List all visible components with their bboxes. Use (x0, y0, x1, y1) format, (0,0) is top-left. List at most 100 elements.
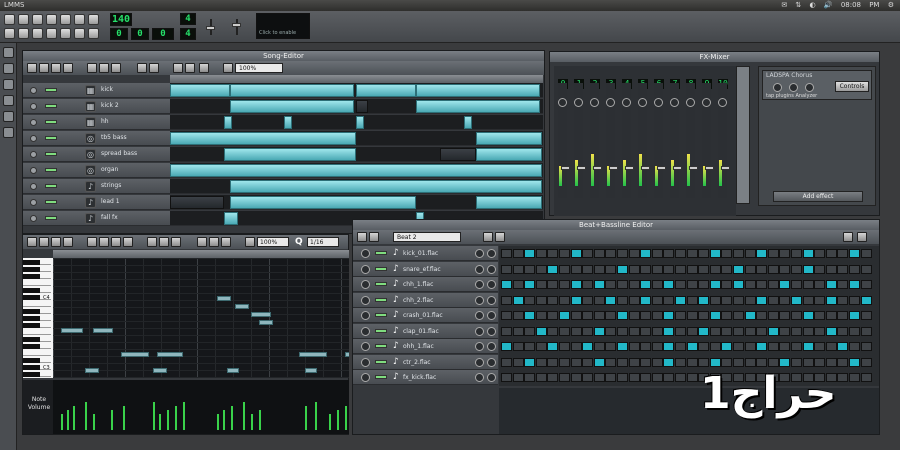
note-velocity-bar[interactable] (61, 414, 63, 430)
track-mute-toggle[interactable] (375, 344, 387, 348)
beat-step[interactable] (767, 357, 779, 367)
controls-button[interactable]: Controls (835, 81, 869, 92)
beat-step[interactable] (628, 249, 640, 258)
beat-step[interactable] (744, 264, 756, 274)
add-sample-track-icon[interactable] (495, 232, 505, 242)
beat-step[interactable] (512, 264, 524, 274)
loop-points-icon[interactable] (209, 237, 219, 247)
beat-step[interactable] (605, 357, 617, 367)
beat-step[interactable] (756, 249, 768, 258)
note-velocity-bar[interactable] (85, 402, 87, 430)
beat-step[interactable] (802, 357, 814, 367)
note-velocity-bar[interactable] (153, 402, 155, 430)
help-icon[interactable] (88, 14, 99, 25)
zoom-select[interactable]: 100% (257, 237, 289, 247)
note-velocity-bar[interactable] (305, 406, 307, 430)
beat-step[interactable] (698, 264, 710, 274)
beat-step[interactable] (640, 311, 652, 320)
beat-step[interactable] (849, 373, 860, 382)
beat-step[interactable] (617, 326, 628, 336)
beat-step[interactable] (686, 342, 698, 351)
fx-send-knob[interactable] (558, 98, 567, 107)
beat-step[interactable] (837, 373, 849, 382)
play-icon[interactable] (27, 63, 37, 73)
beat-step[interactable] (605, 295, 617, 305)
beat-step[interactable] (535, 342, 547, 351)
note-velocity-bar[interactable] (251, 414, 253, 430)
beat-step[interactable] (756, 326, 768, 336)
beat-step[interactable] (767, 249, 779, 258)
beat-step[interactable] (802, 326, 814, 336)
track-mute-toggle[interactable] (45, 120, 57, 124)
beat-step[interactable] (535, 280, 547, 289)
beat-step[interactable] (756, 295, 768, 305)
track-panning-knob[interactable] (487, 295, 496, 305)
beat-step[interactable] (779, 249, 791, 258)
track-name[interactable]: spread bass (101, 150, 137, 157)
beat-step[interactable] (744, 280, 756, 289)
beat-step[interactable] (733, 249, 744, 258)
beat-step[interactable] (501, 280, 512, 289)
beat-step[interactable] (524, 373, 536, 382)
track-name[interactable]: fx_kick.flac (403, 374, 436, 381)
beat-step[interactable] (547, 249, 559, 258)
song-track-lane[interactable] (170, 99, 543, 114)
track-name[interactable]: chh_1.flac (403, 281, 433, 288)
beat-step[interactable] (675, 311, 686, 320)
bb-track-icon[interactable]: ▦ (85, 85, 96, 96)
pattern-clip[interactable] (224, 148, 356, 161)
beat-step[interactable] (744, 342, 756, 351)
beat-step[interactable] (733, 295, 744, 305)
beat-step[interactable] (593, 295, 605, 305)
add-effect-button[interactable]: Add effect (773, 191, 863, 202)
track-volume-knob[interactable] (475, 357, 484, 367)
export-icon[interactable] (60, 14, 71, 25)
fx-send-knob[interactable] (638, 98, 647, 107)
track-mute-toggle[interactable] (45, 136, 57, 140)
beat-step[interactable] (744, 311, 756, 320)
beat-step[interactable] (698, 342, 710, 351)
track-panning-knob[interactable] (487, 249, 496, 258)
auto-scroll-icon[interactable] (197, 237, 207, 247)
paste-icon[interactable] (171, 237, 181, 247)
track-name[interactable]: ctr_2.flac (403, 359, 431, 366)
midi-note[interactable] (299, 352, 327, 357)
beat-step[interactable] (721, 342, 733, 351)
pattern-clip[interactable] (356, 116, 364, 129)
note-velocity-bar[interactable] (111, 410, 113, 430)
midi-note[interactable] (85, 368, 99, 373)
track-mute-toggle[interactable] (375, 282, 387, 286)
beat-step[interactable] (593, 280, 605, 289)
beat-step[interactable] (524, 311, 536, 320)
beat-step[interactable] (779, 342, 791, 351)
beat-step[interactable] (837, 342, 849, 351)
beat-step[interactable] (547, 357, 559, 367)
beat-step[interactable] (814, 357, 826, 367)
whats-this-icon[interactable] (74, 14, 85, 25)
beat-step[interactable] (593, 357, 605, 367)
note-velocity-bar[interactable] (73, 406, 75, 430)
beat-step[interactable] (524, 357, 536, 367)
cpu-graph[interactable]: Click to enable (256, 13, 310, 39)
song-track-lane[interactable] (170, 131, 543, 146)
beat-step[interactable] (825, 264, 837, 274)
beat-step[interactable] (501, 326, 512, 336)
beat-step[interactable] (559, 280, 570, 289)
pattern-clip[interactable] (170, 132, 356, 145)
fx-volume-fader[interactable] (609, 166, 618, 170)
beat-step[interactable] (756, 311, 768, 320)
beat-step[interactable] (860, 249, 872, 258)
piano-black-key[interactable] (23, 267, 40, 272)
beat-step[interactable] (825, 295, 837, 305)
beat-step[interactable] (651, 357, 663, 367)
piano-white-key[interactable] (23, 328, 51, 335)
beat-step[interactable] (825, 280, 837, 289)
beat-step[interactable] (837, 357, 849, 367)
beat-step[interactable] (582, 280, 594, 289)
track-mute-toggle[interactable] (375, 375, 387, 379)
beat-step[interactable] (837, 295, 849, 305)
piano-black-key[interactable] (23, 365, 40, 370)
fx-volume-fader[interactable] (673, 166, 682, 170)
beat-step[interactable] (837, 264, 849, 274)
beat-step[interactable] (733, 342, 744, 351)
